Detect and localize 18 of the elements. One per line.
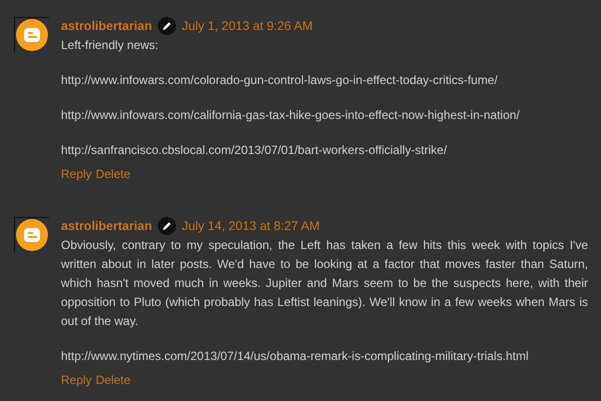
comment-text: http://www.infowars.com/california-gas-tax-hike-goes-into-effect-now-highest-in-nation/ <box>61 107 521 124</box>
comment-action-link[interactable]: Delete <box>96 373 130 387</box>
comment-text: Obviously, contrary to my speculation, the Left has taken a few hits this week with topics I've written about in later posts. We'd have to be looking at a factor that moves faster than Saturn, which hasn't moved much in weeks. Jupiter and Mars seem to be the suspects here, with their opposition to Pluto (which probably has Leftist leanings). We'll know in a few weeks when Mars is out of the way. <box>61 237 588 330</box>
comment-date[interactable]: July 1, 2013 at 9:26 AM <box>182 19 313 33</box>
comment-date[interactable]: July 14, 2013 at 8:27 AM <box>182 219 320 233</box>
comment-author[interactable]: astrolibertarian <box>61 219 152 233</box>
blogger-avatar-icon <box>14 217 49 252</box>
comment-text: http://www.nytimes.com/2013/07/14/us/obama-remark-is-complicating-military-trials.html <box>61 348 530 365</box>
comment-action-link[interactable]: Reply <box>61 373 92 387</box>
comment-action-link[interactable]: Reply <box>61 167 92 181</box>
comment-text: Left-friendly news: <box>61 37 160 54</box>
comment-author[interactable]: astrolibertarian <box>61 19 152 33</box>
comment-text: http://sanfrancisco.cbslocal.com/2013/07/01/bart-workers-officially-strike/ <box>61 142 448 159</box>
pencil-icon[interactable] <box>158 217 176 235</box>
comment-text: http://www.infowars.com/colorado-gun-control-laws-go-in-effect-today-critics-fume/ <box>61 72 499 89</box>
pencil-icon[interactable] <box>158 17 176 35</box>
comment-action-link[interactable]: Delete <box>96 167 130 181</box>
blogger-avatar-icon <box>14 17 49 52</box>
